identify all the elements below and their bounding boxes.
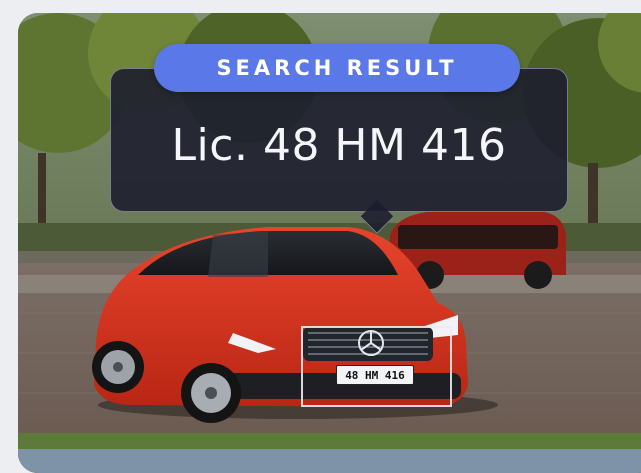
search-result-label: SEARCH RESULT	[216, 56, 458, 80]
search-result-badge: SEARCH RESULT	[154, 44, 520, 92]
wheel-front	[181, 363, 241, 423]
plate-result-text: Lic. 48 HM 416	[171, 119, 507, 171]
app-frame: 48 HM 416 Lic. 48 HM 416 SEARCH RESULT	[0, 0, 641, 473]
wheel-rear	[92, 341, 144, 393]
plate-detection-box	[301, 326, 452, 407]
